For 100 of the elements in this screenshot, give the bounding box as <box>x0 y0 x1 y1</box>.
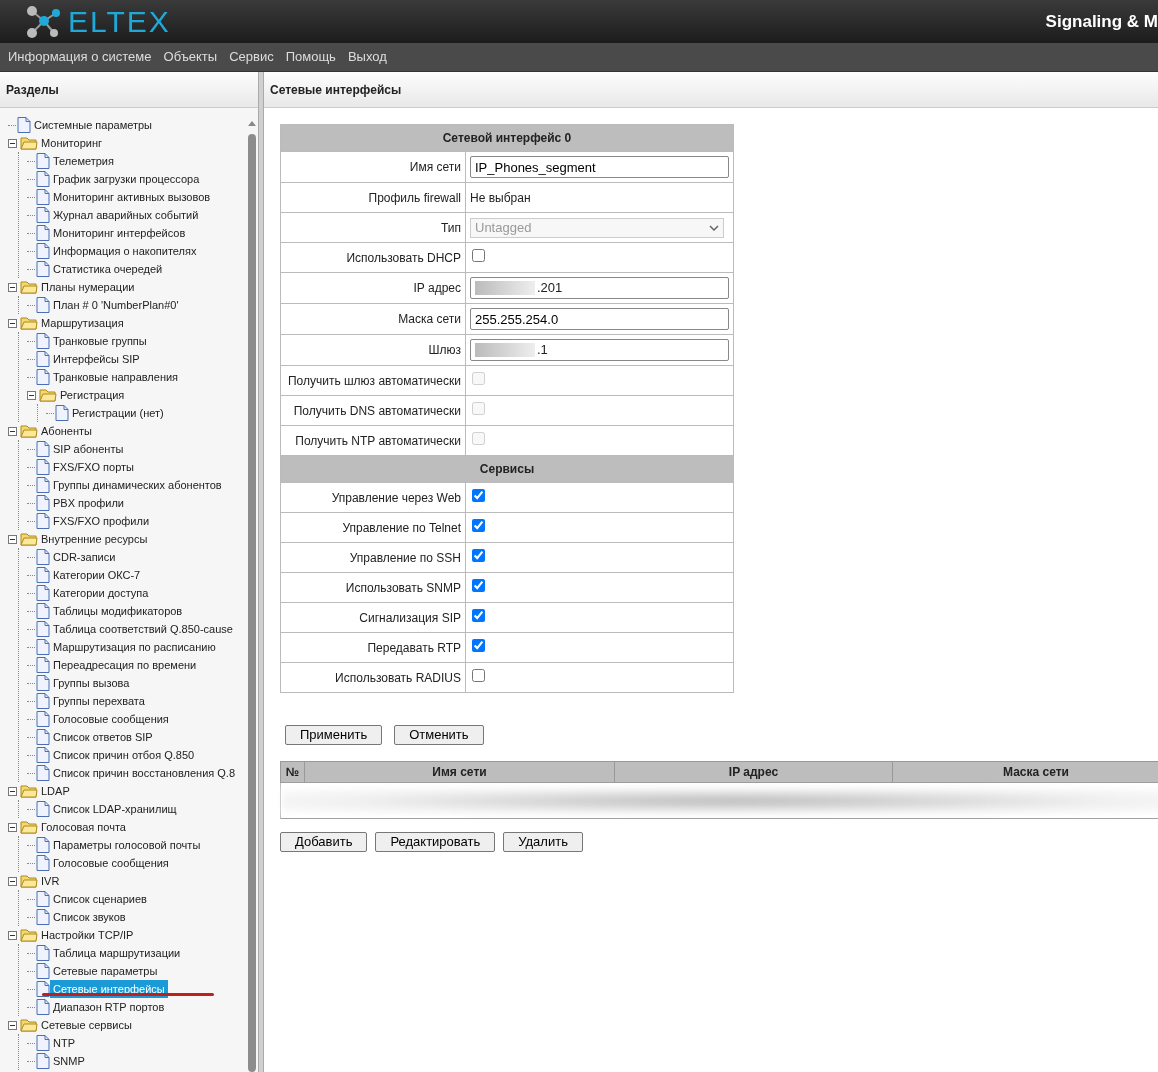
menu-item[interactable]: Выход <box>341 47 393 67</box>
tree-item[interactable]: SIP абоненты <box>50 439 127 459</box>
tree-item[interactable]: IVR <box>38 871 63 891</box>
tree-item[interactable]: График загрузки процессора <box>50 169 203 189</box>
input-field[interactable]: IP_Phones_segment <box>470 156 729 178</box>
tree-item[interactable]: Регистрация <box>57 385 128 405</box>
page-icon <box>36 693 50 709</box>
folder-icon <box>20 928 38 942</box>
menu-item[interactable]: Объекты <box>157 47 224 67</box>
checkbox[interactable] <box>472 578 485 592</box>
tree-item[interactable]: Список причин отбоя Q.850 <box>50 745 198 765</box>
tree-item[interactable]: Интерфейсы SIP <box>50 349 143 369</box>
tree-item[interactable]: Транковые направления <box>50 367 182 387</box>
table-button[interactable]: Удалить <box>503 832 583 852</box>
tree-item[interactable]: Переадресация по времени <box>50 655 200 675</box>
tree-item[interactable]: Список сценариев <box>50 889 150 909</box>
tree-item[interactable]: Абоненты <box>38 421 95 441</box>
collapse-toggle-icon[interactable] <box>8 534 17 544</box>
tree-item[interactable]: Мониторинг активных вызовов <box>50 187 214 207</box>
tree-item[interactable]: Таблица маршрутизации <box>50 943 184 963</box>
checkbox[interactable] <box>472 668 485 682</box>
folder-icon <box>20 280 38 294</box>
tree-item[interactable]: Мониторинг интерфейсов <box>50 223 189 243</box>
tree-item[interactable]: Мониторинг <box>38 133 105 153</box>
field-label: Шлюз <box>280 334 466 366</box>
tree-item[interactable]: Телеметрия <box>50 151 117 171</box>
tree-item[interactable]: Голосовая почта <box>38 817 129 837</box>
checkbox[interactable] <box>472 248 485 262</box>
tree-item[interactable]: Группы динамических абонентов <box>50 475 225 495</box>
checkbox[interactable] <box>472 518 485 532</box>
tree-item[interactable]: План # 0 'NumberPlan#0' <box>50 295 182 315</box>
collapse-toggle-icon[interactable] <box>8 930 17 940</box>
field-label: Получить DNS автоматически <box>280 395 466 426</box>
tree-item[interactable]: Список причин восстановления Q.8 <box>50 763 239 783</box>
checkbox[interactable] <box>472 548 485 562</box>
checkbox[interactable] <box>472 638 485 652</box>
tree-item[interactable]: Голосовые сообщения <box>50 853 172 873</box>
collapse-toggle-icon[interactable] <box>8 282 17 292</box>
table-button[interactable]: Редактировать <box>375 832 496 852</box>
page-icon <box>36 729 50 745</box>
field-label: Профиль firewall <box>280 182 466 213</box>
collapse-toggle-icon[interactable] <box>8 822 17 832</box>
input-field[interactable]: .201 <box>470 277 729 299</box>
tree-item[interactable]: FXS/FXO профили <box>50 511 153 531</box>
field-label: Использовать SNMP <box>280 572 466 603</box>
collapse-toggle-icon[interactable] <box>8 138 17 148</box>
tree-item[interactable]: Группы перехвата <box>50 691 148 711</box>
tree-item[interactable]: Параметры голосовой почты <box>50 835 204 855</box>
field-value: Не выбран <box>470 190 531 205</box>
tree-item[interactable]: Регистрации (нет) <box>69 403 167 423</box>
tree-item[interactable]: Настройки TCP/IP <box>38 925 137 945</box>
tree-item[interactable]: Список ответов SIP <box>50 727 156 747</box>
checkbox[interactable] <box>472 608 485 622</box>
tree-item[interactable]: Голосовые сообщения <box>50 709 172 729</box>
tree-item[interactable]: Статистика очередей <box>50 259 166 279</box>
checkbox[interactable] <box>472 488 485 502</box>
tree-item[interactable]: Транковые группы <box>50 331 150 351</box>
input-field[interactable]: 255.255.254.0 <box>470 308 729 330</box>
field-label: Имя сети <box>280 151 466 183</box>
scroll-up-icon[interactable] <box>248 120 256 126</box>
collapse-toggle-icon[interactable] <box>8 786 17 796</box>
tree-item[interactable]: Таблицы модификаторов <box>50 601 186 621</box>
tree-item[interactable]: Таблица соответствий Q.850-cause <box>50 619 236 639</box>
form-button[interactable]: Применить <box>285 725 383 745</box>
tree-item[interactable]: Категории ОКС-7 <box>50 565 144 585</box>
tree-item[interactable]: Сетевые сервисы <box>38 1015 135 1035</box>
tree-item[interactable]: FXS/FXO порты <box>50 457 137 477</box>
collapse-toggle-icon[interactable] <box>8 318 17 328</box>
tree-item[interactable]: Внутренние ресурсы <box>38 529 151 549</box>
collapse-toggle-icon[interactable] <box>8 876 17 886</box>
tree-item[interactable]: Информация о накопителях <box>50 241 200 261</box>
form-button[interactable]: Отменить <box>394 725 484 745</box>
tree-item[interactable]: SNMP <box>50 1051 88 1071</box>
page-icon <box>36 945 50 961</box>
table-button[interactable]: Добавить <box>280 832 368 852</box>
page-icon <box>36 297 50 313</box>
tree-item[interactable]: Диапазон RTP портов <box>50 997 168 1017</box>
tree-item[interactable]: Категории доступа <box>50 583 152 603</box>
tree-item[interactable]: Сетевые параметры <box>50 961 161 981</box>
collapse-toggle-icon[interactable] <box>8 426 17 436</box>
menu-item[interactable]: Помощь <box>279 47 342 67</box>
collapse-toggle-icon[interactable] <box>8 1020 17 1030</box>
tree-item[interactable]: Группы вызова <box>50 673 133 693</box>
tree-item[interactable]: Список звуков <box>50 907 129 927</box>
input-field[interactable]: .1 <box>470 339 729 361</box>
tree-item[interactable]: Маршрутизация по расписанию <box>50 637 219 657</box>
tree-item[interactable]: NTP <box>50 1033 78 1053</box>
page-icon <box>36 459 50 475</box>
tree-item[interactable]: LDAP <box>38 781 73 801</box>
tree-item[interactable]: PBX профили <box>50 493 128 513</box>
menu-item[interactable]: Информация о системе <box>2 47 158 67</box>
tree-item[interactable]: Список LDAP-хранилищ <box>50 799 180 819</box>
tree-item[interactable]: Маршрутизация <box>38 313 127 333</box>
menu-item[interactable]: Сервис <box>223 47 280 67</box>
product-title: Signaling & M <box>1045 10 1158 33</box>
tree-item[interactable]: Системные параметры <box>31 115 156 135</box>
collapse-toggle-icon[interactable] <box>27 390 36 400</box>
tree-item[interactable]: CDR-записи <box>50 547 119 567</box>
tree-item[interactable]: Журнал аварийных событий <box>50 205 202 225</box>
tree-item[interactable]: Планы нумерации <box>38 277 138 297</box>
